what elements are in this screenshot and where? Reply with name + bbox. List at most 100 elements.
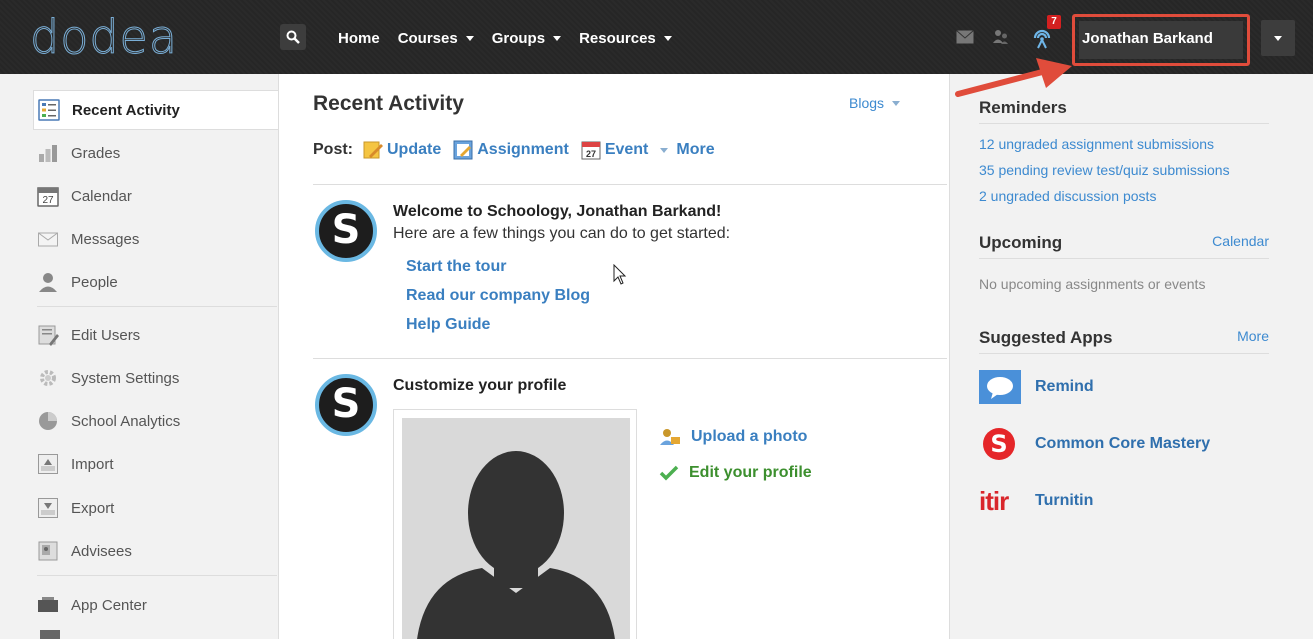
nav-resources[interactable]: Resources bbox=[579, 30, 672, 47]
sidebar-item-edit-users[interactable]: Edit Users bbox=[37, 315, 277, 355]
sidebar-item-people[interactable]: People bbox=[37, 262, 277, 302]
calendar-day: 27 bbox=[42, 195, 54, 206]
post-assignment-button[interactable]: Assignment bbox=[453, 140, 569, 160]
apps-more-link[interactable]: More bbox=[1237, 328, 1269, 344]
app-item-common-core-mastery[interactable]: S Common Core Mastery bbox=[979, 427, 1210, 461]
reminder-link[interactable]: 2 ungraded discussion posts bbox=[979, 188, 1156, 204]
recent-activity-icon bbox=[38, 99, 60, 121]
blogs-dropdown[interactable]: Blogs bbox=[849, 95, 901, 111]
reminder-link[interactable]: 12 ungraded assignment submissions bbox=[979, 136, 1214, 152]
common-core-icon: S bbox=[979, 427, 1021, 461]
sidebar-item-label: People bbox=[71, 273, 118, 291]
sidebar-item-export[interactable]: Export bbox=[37, 488, 277, 528]
sidebar-next-icon bbox=[40, 630, 60, 639]
sidebar-item-label: School Analytics bbox=[71, 412, 181, 430]
company-blog-link[interactable]: Read our company Blog bbox=[406, 287, 590, 305]
post-update-label: Update bbox=[387, 141, 442, 158]
import-icon bbox=[38, 454, 58, 474]
sidebar-item-app-center[interactable]: App Center bbox=[37, 585, 277, 625]
dodea-logo[interactable]: dodea bbox=[29, 14, 178, 61]
upcoming-empty-text: No upcoming assignments or events bbox=[979, 276, 1206, 292]
sidebar-divider bbox=[37, 575, 277, 576]
nav-groups[interactable]: Groups bbox=[491, 30, 562, 47]
app-name: Remind bbox=[1035, 378, 1094, 395]
welcome-subtitle: Here are a few things you can do to get … bbox=[393, 225, 731, 242]
post-toolbar: Post: Update Assignment 27 Event More bbox=[313, 140, 727, 160]
post-assignment-label: Assignment bbox=[477, 141, 569, 158]
advisees-icon bbox=[38, 541, 58, 561]
chevron-down-icon bbox=[1274, 36, 1282, 41]
sidebar-item-messages[interactable]: Messages bbox=[37, 219, 277, 259]
page-title: Recent Activity bbox=[313, 92, 464, 115]
mouse-cursor-icon bbox=[613, 264, 627, 285]
post-more-button[interactable]: More bbox=[660, 141, 715, 159]
sidebar-item-calendar[interactable]: 27 Calendar bbox=[37, 176, 277, 216]
calendar-link[interactable]: Calendar bbox=[1212, 233, 1269, 249]
help-guide-link[interactable]: Help Guide bbox=[406, 316, 490, 334]
main-content: Recent Activity Blogs Post: Update Assig… bbox=[278, 74, 950, 639]
sidebar-item-label: Export bbox=[71, 499, 115, 517]
upload-photo-link[interactable]: Upload a photo bbox=[659, 427, 807, 447]
schoology-avatar-letter: S bbox=[331, 207, 361, 253]
post-more-label: More bbox=[676, 141, 715, 158]
blogs-label: Blogs bbox=[849, 95, 885, 111]
remind-icon bbox=[979, 370, 1021, 404]
nav-groups-label: Groups bbox=[491, 30, 546, 47]
user-dropdown-button[interactable] bbox=[1261, 20, 1295, 56]
nav-courses-label: Courses bbox=[397, 30, 458, 47]
requests-icon[interactable] bbox=[992, 28, 1010, 46]
default-avatar-icon bbox=[417, 451, 615, 639]
app-name: Turnitin bbox=[1035, 492, 1094, 509]
calendar-icon: 27 bbox=[37, 187, 59, 207]
chevron-down-icon bbox=[892, 100, 901, 106]
edit-profile-label: Edit your profile bbox=[689, 464, 812, 481]
user-menu-button[interactable]: Jonathan Barkand bbox=[1082, 30, 1213, 47]
sidebar-item-label: System Settings bbox=[71, 369, 180, 387]
app-item-turnitin[interactable]: itir Turnitin bbox=[979, 484, 1093, 518]
feed-divider bbox=[313, 184, 947, 185]
reminder-link[interactable]: 35 pending review test/quiz submissions bbox=[979, 162, 1230, 178]
analytics-icon bbox=[39, 412, 57, 430]
event-icon: 27 bbox=[581, 141, 601, 160]
post-event-label: Event bbox=[604, 141, 649, 158]
post-label: Post: bbox=[313, 141, 353, 158]
search-icon bbox=[286, 30, 300, 44]
schoology-avatar: S bbox=[315, 374, 377, 436]
nav-home[interactable]: Home bbox=[338, 30, 380, 47]
app-item-remind[interactable]: Remind bbox=[979, 370, 1094, 404]
nav-home-label: Home bbox=[338, 30, 380, 47]
post-event-button[interactable]: 27 Event bbox=[581, 140, 649, 160]
people-icon bbox=[39, 273, 57, 292]
sidebar-item-label: Calendar bbox=[71, 187, 132, 205]
app-name: Common Core Mastery bbox=[1035, 435, 1211, 452]
start-tour-link[interactable]: Start the tour bbox=[406, 258, 506, 276]
upload-photo-label: Upload a photo bbox=[691, 428, 808, 445]
sidebar-item-import[interactable]: Import bbox=[37, 444, 277, 484]
feed-divider bbox=[313, 358, 947, 359]
profile-photo-frame bbox=[393, 409, 637, 639]
upcoming-heading: Upcoming bbox=[979, 233, 1063, 252]
notifications-icon[interactable] bbox=[1030, 26, 1054, 50]
right-sidebar: Reminders 12 ungraded assignment submiss… bbox=[951, 74, 1313, 639]
sidebar-item-system-settings[interactable]: System Settings bbox=[37, 358, 277, 398]
sidebar-item-school-analytics[interactable]: School Analytics bbox=[37, 401, 277, 441]
event-icon-day: 27 bbox=[586, 149, 596, 159]
sidebar-divider bbox=[37, 306, 277, 307]
sidebar-item-label: Grades bbox=[71, 144, 121, 162]
sidebar-item-grades[interactable]: Grades bbox=[37, 133, 277, 173]
sidebar-item-label: Messages bbox=[71, 230, 140, 248]
messages-icon bbox=[38, 232, 58, 247]
mail-icon[interactable] bbox=[956, 30, 974, 44]
sidebar-item-recent-activity[interactable]: Recent Activity bbox=[33, 90, 279, 130]
edit-profile-link[interactable]: Edit your profile bbox=[659, 464, 812, 482]
post-update-button[interactable]: Update bbox=[363, 140, 441, 160]
schoology-avatar-letter: S bbox=[331, 381, 361, 427]
search-button[interactable] bbox=[280, 24, 306, 50]
schoology-avatar: S bbox=[315, 200, 377, 262]
checkmark-icon bbox=[659, 465, 679, 481]
grades-icon bbox=[39, 145, 57, 162]
suggested-apps-heading: Suggested Apps bbox=[979, 328, 1113, 347]
sidebar-item-label: Recent Activity bbox=[72, 101, 180, 119]
nav-courses[interactable]: Courses bbox=[398, 30, 474, 47]
sidebar-item-advisees[interactable]: Advisees bbox=[37, 531, 277, 571]
